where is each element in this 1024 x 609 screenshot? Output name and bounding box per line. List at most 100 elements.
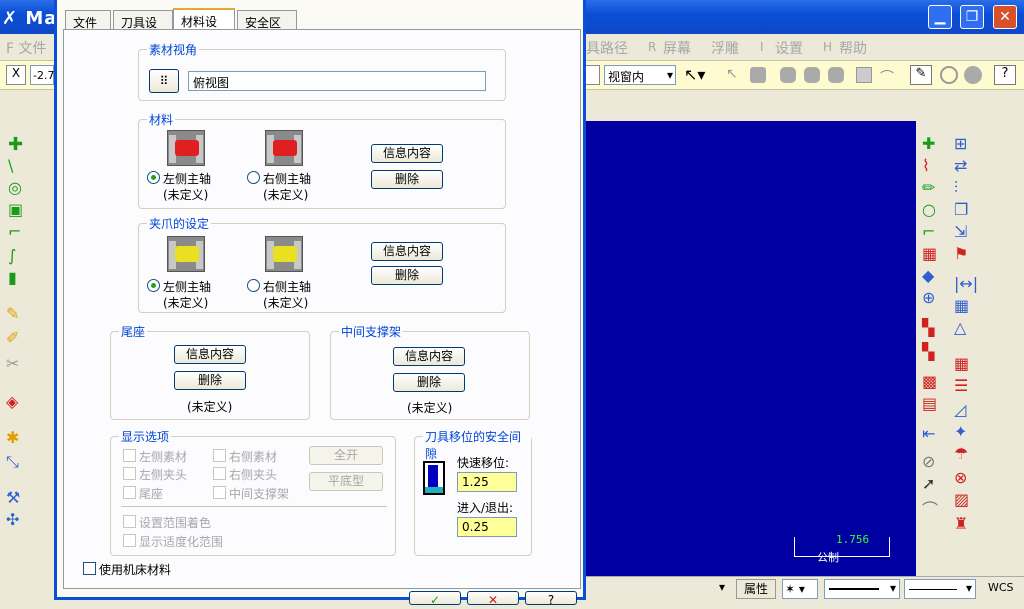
shade-range-checkbox[interactable] xyxy=(123,515,136,528)
arrow-icon[interactable]: ➚ xyxy=(922,474,935,493)
shape-select-icon-2[interactable] xyxy=(804,67,820,83)
menu-help[interactable]: 帮助 xyxy=(839,38,867,58)
use-machine-stock-checkbox[interactable] xyxy=(83,562,96,575)
point-style-select[interactable]: ✶ ▾ xyxy=(782,579,818,599)
block-icon[interactable] xyxy=(940,66,958,84)
chuck-left-spindle-radio[interactable] xyxy=(147,279,160,292)
shape-select-icon[interactable] xyxy=(780,67,796,83)
lines-icon[interactable]: ☰ xyxy=(954,376,968,395)
minimize-button[interactable]: ▁ xyxy=(928,5,952,29)
steady-rest-delete-button[interactable]: 删除 xyxy=(393,373,465,392)
stock-delete-button[interactable]: 删除 xyxy=(371,170,443,189)
menu-toolpath[interactable]: 具路径 xyxy=(586,38,628,58)
graphics-viewport[interactable]: 1.756 公制 xyxy=(586,121,916,576)
tailstock-delete-button[interactable]: 删除 xyxy=(174,371,246,390)
flat-button[interactable]: 平底型 xyxy=(309,472,383,491)
rapid-input[interactable]: 1.25 xyxy=(457,472,517,492)
move-icon[interactable]: ⇄ xyxy=(954,156,967,175)
steady-checkbox[interactable] xyxy=(213,486,226,499)
bottle-icon[interactable]: ♜ xyxy=(954,514,968,533)
dimension-icon[interactable]: ✎ xyxy=(6,304,19,323)
tab-safety-zone[interactable]: 安全区域 xyxy=(237,10,297,47)
tab-tool-settings[interactable]: 刀具设置 xyxy=(113,10,173,47)
tab-stock-setup[interactable]: 材料设置 xyxy=(173,8,235,46)
left-stock-checkbox[interactable] xyxy=(123,449,136,462)
stretch-icon[interactable]: |↔| xyxy=(954,274,978,293)
line-style-select[interactable]: ▾ xyxy=(824,579,900,599)
ring-icon[interactable]: ○ xyxy=(922,200,936,219)
hatch-icon[interactable]: ▦ xyxy=(954,354,969,373)
rectangle-icon[interactable]: ▣ xyxy=(8,200,23,219)
right-chuck-checkbox[interactable] xyxy=(213,467,226,480)
stock-info-button[interactable]: 信息内容 xyxy=(371,144,443,163)
menu-file[interactable]: F 文件 xyxy=(6,38,47,58)
line-icon[interactable]: \ xyxy=(8,156,13,175)
transform-icon[interactable]: ✂ xyxy=(6,354,19,373)
x-coordinate-button[interactable]: X xyxy=(6,65,26,85)
tab-file[interactable]: 文件 xyxy=(65,10,111,30)
measure-icon[interactable]: ⇤ xyxy=(922,424,935,443)
close-button[interactable]: ✕ xyxy=(993,5,1017,29)
x-coordinate-input[interactable]: -2.7 xyxy=(30,65,54,85)
box-icon[interactable] xyxy=(856,67,872,83)
offset-icon[interactable]: ⇲ xyxy=(954,222,967,241)
cube-icon[interactable]: ◆ xyxy=(922,266,934,285)
palette-icon[interactable]: ▩ xyxy=(922,372,937,391)
solid-select-icon[interactable] xyxy=(750,67,766,83)
all-on-button[interactable]: 全开 xyxy=(309,446,383,465)
array-icon[interactable]: ▦ xyxy=(954,296,969,315)
chuck-delete-button[interactable]: 删除 xyxy=(371,266,443,285)
pencil-icon[interactable]: ✏ xyxy=(922,178,935,197)
mirror-icon[interactable]: ⫶ xyxy=(954,178,958,198)
stock-right-spindle-radio[interactable] xyxy=(247,171,260,184)
stock-view-field[interactable]: 俯视图 xyxy=(188,71,486,91)
sphere-icon[interactable] xyxy=(964,66,982,84)
color-icon[interactable]: ▚ xyxy=(922,342,934,361)
undo-icon[interactable]: ⌒ xyxy=(880,67,898,86)
fillet-icon[interactable]: ⌐ xyxy=(8,222,21,241)
help-button[interactable]: ? xyxy=(525,591,577,607)
select-icon[interactable]: ↖ xyxy=(726,66,746,84)
wrap-icon[interactable]: ⊗ xyxy=(954,468,967,487)
axis-icon[interactable]: ✣ xyxy=(6,510,19,529)
copy-icon[interactable]: ❐ xyxy=(954,200,968,219)
tailstock-info-button[interactable]: 信息内容 xyxy=(174,345,246,364)
note-icon[interactable]: ✐ xyxy=(6,328,19,347)
analyze-icon[interactable]: ⚒ xyxy=(6,488,20,507)
curve2-icon[interactable]: ⌒ xyxy=(922,496,938,520)
view-picker-button[interactable]: ⠿ xyxy=(149,69,179,93)
shade-icon[interactable]: ☂ xyxy=(954,444,968,463)
table-icon[interactable]: ▤ xyxy=(922,394,937,413)
view-select[interactable]: 视窗内 ▾ xyxy=(604,65,676,85)
chuck-right-spindle-radio[interactable] xyxy=(247,279,260,292)
edit-icon[interactable]: ✎ xyxy=(910,65,932,85)
cylinder-icon[interactable]: ▮ xyxy=(8,268,17,287)
chuck-info-button[interactable]: 信息内容 xyxy=(371,242,443,261)
point-icon[interactable]: ✚ xyxy=(8,134,23,155)
solid-icon[interactable]: ◈ xyxy=(6,392,18,411)
menu-screen[interactable]: 屏幕 xyxy=(663,38,691,58)
cancel-button[interactable]: ✕ xyxy=(467,591,519,607)
shape-select-icon-3[interactable] xyxy=(828,67,844,83)
help-icon[interactable]: ? xyxy=(994,65,1016,85)
flag-icon[interactable]: ⚑ xyxy=(954,244,968,263)
menu-settings[interactable]: 设置 xyxy=(775,38,803,58)
sweep-icon[interactable]: ◿ xyxy=(954,400,966,419)
globe-icon[interactable]: ⊕ xyxy=(922,288,935,307)
ok-button[interactable]: ✓ xyxy=(409,591,461,607)
grid-red-icon[interactable]: ▦ xyxy=(922,244,937,263)
curve-icon[interactable]: ⌇ xyxy=(922,156,930,175)
light-icon[interactable]: ✱ xyxy=(6,428,19,447)
xform-icon[interactable]: ⤡ xyxy=(6,452,19,472)
spline-icon[interactable]: ∫ xyxy=(8,246,16,265)
tag-icon[interactable]: ✦ xyxy=(954,422,967,441)
arc-icon[interactable]: ⌐ xyxy=(922,222,935,241)
entry-input[interactable]: 0.25 xyxy=(457,517,517,537)
layer-icon[interactable]: ▚ xyxy=(922,318,934,337)
steady-rest-info-button[interactable]: 信息内容 xyxy=(393,347,465,366)
stock-left-spindle-radio[interactable] xyxy=(147,171,160,184)
tailstock-checkbox[interactable] xyxy=(123,486,136,499)
right-stock-checkbox[interactable] xyxy=(213,449,226,462)
fit-range-checkbox[interactable] xyxy=(123,534,136,547)
grid-icon[interactable]: ⊞ xyxy=(954,134,967,153)
